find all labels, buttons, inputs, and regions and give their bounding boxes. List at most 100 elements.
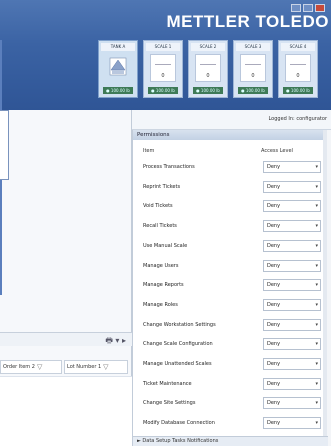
- chevron-down-icon: ▾: [315, 164, 318, 170]
- print-icon[interactable]: 🖶 ▾ ▸: [105, 335, 126, 349]
- tank-icon: [109, 57, 127, 76]
- permission-label: Manage Unattended Scales: [143, 361, 212, 367]
- access-level-select[interactable]: Deny ▾: [263, 200, 321, 213]
- scale-status: ● 100.00 lb: [103, 87, 133, 94]
- permission-label: Recall Tickets: [143, 223, 177, 230]
- permission-row: Change Workstation Settings Deny ▾: [143, 316, 323, 336]
- access-level-value: Deny: [267, 242, 281, 249]
- permission-row: Manage Users Deny ▾: [143, 257, 323, 277]
- permission-label: Manage Users: [143, 262, 179, 269]
- access-level-select[interactable]: Deny ▾: [263, 161, 321, 173]
- access-level-select[interactable]: Deny ▾: [263, 279, 321, 292]
- scale-status: ● 100.00 lb: [283, 87, 313, 94]
- permission-label: Process Transactions: [143, 164, 195, 170]
- logged-in-label: Logged In: configurator: [268, 116, 327, 122]
- permission-row: Modify Database Connection Deny ▾: [143, 414, 323, 434]
- scale-name: SCALE 4: [281, 43, 315, 51]
- column-header[interactable]: Order Item 2 ▽: [0, 360, 62, 374]
- minimize-icon[interactable]: [291, 4, 301, 12]
- access-level-select[interactable]: Deny ▾: [263, 377, 321, 390]
- maximize-icon[interactable]: [303, 4, 313, 12]
- weight-display: 0: [240, 54, 266, 82]
- weight-display: 0: [195, 54, 221, 82]
- column-label: Order Item 2: [3, 364, 35, 370]
- permission-label: Change Workstation Settings: [143, 321, 216, 328]
- access-level-value: Deny: [267, 321, 281, 328]
- access-level-select[interactable]: Deny ▾: [263, 239, 321, 252]
- access-level-select[interactable]: Deny ▾: [263, 417, 321, 430]
- vertical-scrollbar[interactable]: [323, 130, 327, 446]
- chevron-down-icon: ▾: [315, 341, 318, 348]
- permission-label: Void Tickets: [143, 203, 173, 210]
- info-bar: Logged In: configurator: [132, 110, 331, 130]
- weight-value: 0: [251, 73, 255, 79]
- permission-label: Change Scale Configuration: [143, 341, 213, 348]
- filter-icon[interactable]: ▽: [103, 363, 108, 371]
- permissions-header: Item Access Level: [143, 148, 319, 154]
- permission-row: Change Site Settings Deny ▾: [143, 394, 323, 414]
- window-controls: [291, 4, 325, 12]
- access-level-select[interactable]: Deny ▾: [263, 220, 321, 233]
- access-level-select[interactable]: Deny ▾: [263, 259, 321, 272]
- filter-icon[interactable]: ▽: [37, 363, 42, 371]
- scale-name: SCALE 1: [146, 43, 180, 51]
- weight-display: 0: [150, 54, 176, 82]
- permission-label: Manage Reports: [143, 282, 184, 289]
- permission-label: Use Manual Scale: [143, 242, 188, 249]
- permission-row: Use Manual Scale Deny ▾: [143, 237, 323, 257]
- chevron-down-icon: ▾: [315, 380, 318, 387]
- access-level-select[interactable]: Deny ▾: [263, 318, 321, 331]
- status-bar: ► Data Setup Tasks Notifications: [133, 436, 328, 446]
- scale-tile[interactable]: SCALE 1 0 ● 100.00 lb: [143, 40, 183, 98]
- permission-row: Ticket Maintenance Deny ▾: [143, 375, 323, 395]
- access-level-value: Deny: [267, 223, 281, 230]
- panel-title: Permissions: [133, 130, 327, 140]
- access-level-value: Deny: [267, 183, 281, 190]
- access-level-value: Deny: [267, 341, 281, 348]
- chevron-down-icon: ▾: [315, 203, 318, 210]
- scale-name: SCALE 2: [191, 43, 225, 51]
- permission-row: Recall Tickets Deny ▾: [143, 217, 323, 237]
- access-level-select[interactable]: Deny ▾: [263, 397, 321, 410]
- permission-row: Reprint Tickets Deny ▾: [143, 178, 323, 198]
- weight-value: 0: [206, 73, 210, 79]
- access-level-value: Deny: [267, 400, 281, 407]
- scale-tile[interactable]: TANK A ● 100.00 lb: [98, 40, 138, 98]
- scale-status: ● 100.00 lb: [238, 87, 268, 94]
- close-icon[interactable]: [315, 4, 325, 12]
- chevron-down-icon: ▾: [315, 400, 318, 407]
- data-grid: [0, 376, 132, 446]
- permission-row: Manage Reports Deny ▾: [143, 276, 323, 296]
- access-column-label: Access Level: [261, 148, 293, 154]
- access-level-select[interactable]: Deny ▾: [263, 180, 321, 193]
- chevron-down-icon: ▾: [315, 242, 318, 249]
- permission-row: Manage Unattended Scales Deny ▾: [143, 355, 323, 375]
- scale-name: SCALE 3: [236, 43, 270, 51]
- scale-status: ● 100.00 lb: [193, 87, 223, 94]
- chevron-down-icon: ▾: [315, 361, 318, 367]
- scale-tile[interactable]: SCALE 3 0 ● 100.00 lb: [233, 40, 273, 98]
- chevron-down-icon: ▾: [315, 262, 318, 269]
- permission-label: Manage Roles: [143, 301, 178, 308]
- scale-tile[interactable]: SCALE 2 0 ● 100.00 lb: [188, 40, 228, 98]
- column-label: Lot Number 1: [67, 364, 102, 370]
- chevron-down-icon: ▾: [315, 282, 318, 289]
- scale-name: TANK A: [101, 43, 135, 51]
- left-list-box: [0, 110, 9, 180]
- access-level-select[interactable]: Deny ▾: [263, 358, 321, 370]
- chevron-down-icon: ▾: [315, 321, 318, 328]
- header-bar: METTLER TOLEDO TANK A ● 100.00 lb SCALE …: [0, 0, 331, 110]
- access-level-value: Deny: [267, 262, 281, 269]
- scale-tile[interactable]: SCALE 4 0 ● 100.00 lb: [278, 40, 318, 98]
- column-header[interactable]: Lot Number 1 ▽: [64, 360, 128, 374]
- permission-label: Ticket Maintenance: [143, 380, 192, 387]
- permission-row: Manage Roles Deny ▾: [143, 296, 323, 316]
- permission-row: Void Tickets Deny ▾: [143, 197, 323, 217]
- chevron-down-icon: ▾: [315, 420, 318, 427]
- item-column-label: Item: [143, 148, 155, 154]
- access-level-select[interactable]: Deny ▾: [263, 338, 321, 351]
- access-level-value: Deny: [267, 380, 281, 387]
- weight-value: 0: [161, 73, 165, 79]
- access-level-select[interactable]: Deny ▾: [263, 298, 321, 311]
- access-level-value: Deny: [267, 203, 281, 210]
